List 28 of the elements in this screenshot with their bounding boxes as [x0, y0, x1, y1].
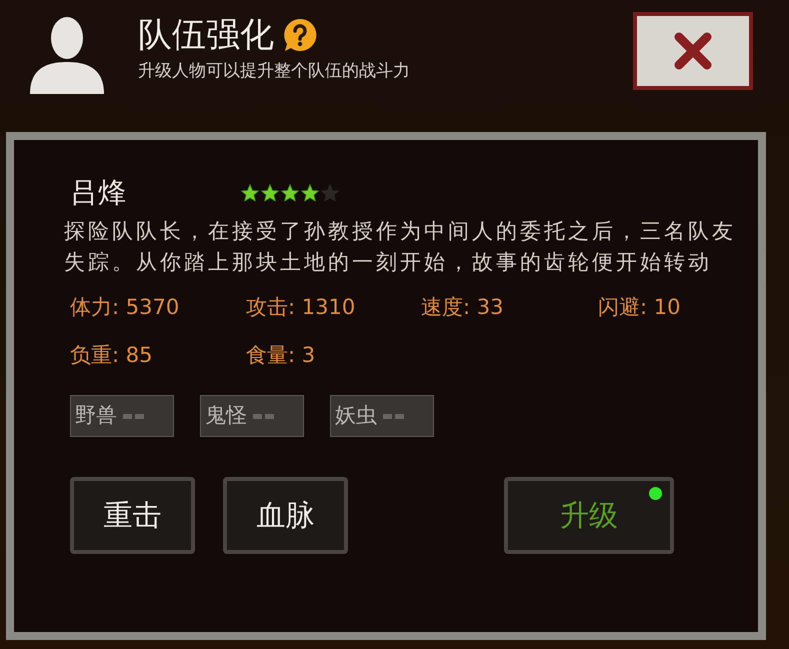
hero-name: 吕烽 [70, 175, 127, 211]
star-icon [280, 183, 300, 203]
dash-icon [383, 414, 404, 418]
close-button[interactable] [633, 12, 753, 90]
star-icon [260, 183, 280, 203]
dash-icon [253, 414, 274, 418]
action-button[interactable]: 血脉 [223, 477, 348, 554]
stat-label: 攻击: 1310 [246, 294, 356, 321]
stat-label: 负重: 85 [70, 342, 154, 368]
person-icon [28, 14, 106, 94]
star-icon [240, 183, 260, 203]
action-button[interactable]: 升级 [504, 477, 674, 554]
stat-label: 食量: 3 [246, 342, 316, 368]
page-title: 队伍强化 [138, 14, 274, 56]
action-button[interactable]: 重击 [70, 477, 195, 554]
star-icon [300, 183, 320, 203]
tag-label: 野兽 [75, 402, 117, 430]
stat-label: 闪避: 10 [598, 294, 682, 321]
hero-description: 探险队队长，在接受了孙教授作为中间人的委托之后，三名队友失踪。从你踏上那块土地的一刻开始，故事的齿轮便开始转动 [64, 218, 736, 276]
tag-label: 鬼怪 [205, 402, 247, 430]
dash-icon [123, 414, 144, 418]
page-subtitle: 升级人物可以提升整个队伍的战斗力 [138, 60, 410, 82]
tag-label: 妖虫 [335, 402, 377, 430]
close-icon [673, 31, 713, 71]
star-icon [320, 183, 340, 203]
stat-label: 体力: 5370 [70, 294, 180, 321]
help-icon[interactable] [282, 17, 318, 54]
stat-label: 速度: 33 [421, 294, 504, 321]
